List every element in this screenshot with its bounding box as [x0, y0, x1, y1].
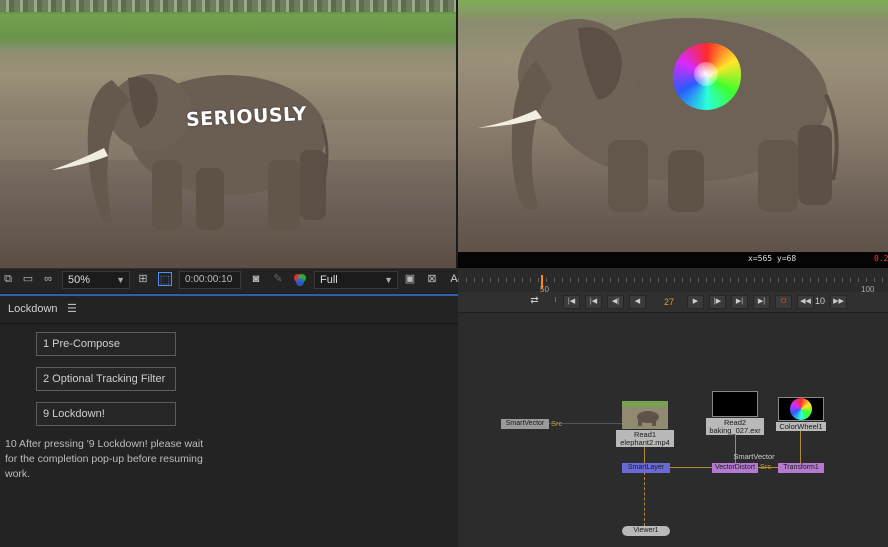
increment-field[interactable]: 10	[815, 296, 825, 306]
elephant-image	[52, 74, 329, 230]
region-of-interest-icon[interactable]: ⬚	[158, 272, 172, 286]
timecode-field[interactable]: 0:00:00:10	[179, 271, 241, 289]
monitor-icon[interactable]: ▭	[21, 272, 35, 286]
hamburger-menu-icon[interactable]: ☰	[67, 302, 77, 315]
lockdown-button[interactable]: 9 Lockdown!	[36, 402, 176, 426]
tracking-filter-button[interactable]: 2 Optional Tracking Filter	[36, 367, 176, 391]
panel-divider	[0, 323, 458, 324]
transform-node[interactable]: Transform1	[778, 463, 824, 473]
read1-file: elephant2.mp4	[616, 438, 674, 447]
color-wheel-center	[694, 62, 718, 86]
coords-readout: x=565 y=68	[748, 254, 797, 263]
edge-layer-distort	[670, 467, 712, 468]
instruction-note: 10 After pressing '9 Lockdown! please wa…	[5, 438, 204, 480]
status-red-value: 0.2	[874, 254, 888, 263]
sync-icon[interactable]: ⇄	[526, 295, 543, 309]
colorwheel-label[interactable]: ColorWheel1	[776, 422, 826, 431]
pre-compose-button[interactable]: 1 Pre-Compose	[36, 332, 176, 356]
chevron-down-icon: ▼	[384, 275, 393, 285]
edge-read1-down	[644, 446, 645, 464]
fast-preview-icon[interactable]: ▣	[403, 272, 417, 286]
smartvector-node[interactable]: SmartVector	[501, 419, 549, 429]
first-frame-icon[interactable]: |◀	[563, 295, 580, 309]
chevron-down-icon: ▼	[116, 275, 125, 285]
src-label-2: Src	[760, 462, 772, 471]
read2-file: baking_027.exr	[706, 426, 764, 435]
channels-icon[interactable]	[293, 273, 307, 287]
viewer-status-bar	[458, 252, 888, 268]
timeline-ticks	[458, 278, 888, 282]
nuke-viewer[interactable]	[458, 0, 888, 252]
colorwheel-icon	[790, 398, 812, 420]
step-forward-icon[interactable]: |▶	[709, 295, 726, 309]
play-forward-icon[interactable]: ▶	[687, 295, 704, 309]
read2-thumbnail[interactable]	[712, 391, 758, 417]
playhead[interactable]	[541, 275, 543, 289]
skip-back-icon[interactable]: ◀◀	[797, 295, 814, 309]
camera-icon[interactable]: ◙	[249, 272, 263, 286]
src-label: Src	[551, 419, 563, 428]
zoom-select[interactable]: 50% ▼	[62, 271, 130, 289]
prev-keyframe-icon[interactable]: |◀	[585, 295, 602, 309]
edge-colorwheel-down	[800, 430, 801, 464]
smartvector-mid-label: SmartVector	[733, 452, 775, 461]
grid-icon[interactable]: ⊞	[136, 272, 150, 286]
vector-distort-node[interactable]: VectorDistort	[712, 463, 758, 473]
panel-title: Lockdown	[8, 303, 58, 315]
play-backward-icon[interactable]: ◀	[629, 295, 646, 309]
out-point-icon[interactable]: O	[775, 295, 792, 309]
smart-layer-node[interactable]: SmartLayer	[622, 463, 670, 473]
skip-forward-icon[interactable]: ▶▶	[830, 295, 847, 309]
current-frame-field[interactable]: 27	[655, 296, 683, 309]
mask-icon[interactable]: ∞	[41, 272, 55, 286]
comp-viewer[interactable]: SERIOUSLY	[0, 0, 456, 268]
read1-thumbnail[interactable]	[622, 401, 668, 429]
region-icon[interactable]: ⧉	[1, 272, 15, 286]
edge-to-viewer	[644, 472, 645, 526]
transparency-grid-icon[interactable]: ⊠	[425, 272, 439, 286]
last-frame-icon[interactable]: ▶|	[753, 295, 770, 309]
resolution-select[interactable]: Full ▼	[314, 271, 398, 289]
viewer-node[interactable]: Viewer1	[622, 526, 670, 536]
next-keyframe-icon[interactable]: ▶|	[731, 295, 748, 309]
color-picker-icon[interactable]: ✎	[271, 272, 285, 286]
in-point-icon[interactable]: I	[547, 295, 564, 309]
step-back-icon[interactable]: ◀|	[607, 295, 624, 309]
elephant-image-2	[478, 18, 839, 212]
